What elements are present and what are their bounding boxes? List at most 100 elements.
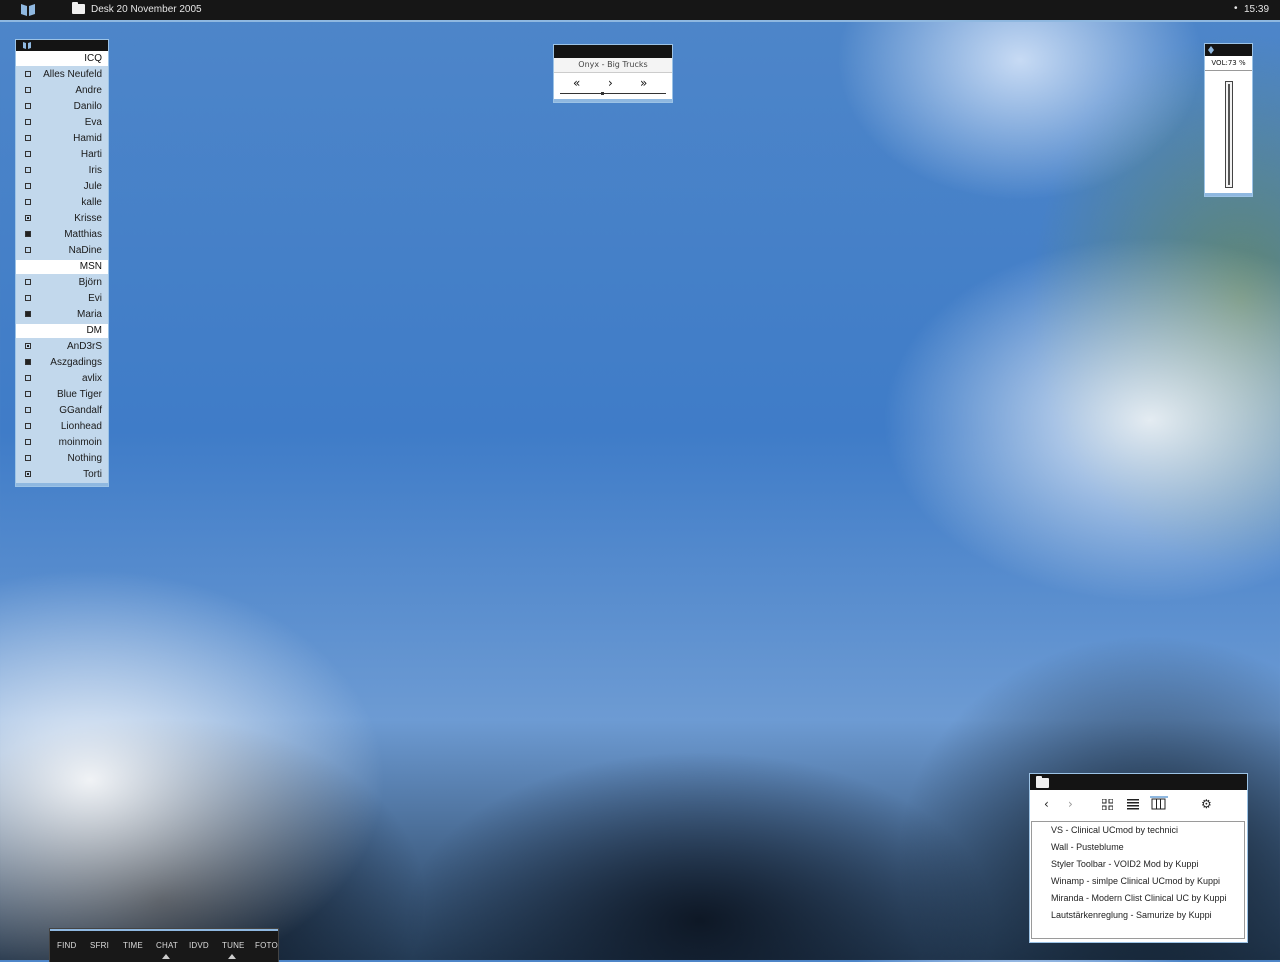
clock[interactable]: 15:39 xyxy=(1244,4,1269,15)
launcher-item-foto[interactable]: FOTO xyxy=(255,941,278,950)
contact-group-header[interactable]: DM xyxy=(16,324,108,338)
file-list-item[interactable]: VS - Clinical UCmod by technici xyxy=(1032,822,1244,839)
contact-row[interactable]: Evi xyxy=(16,291,108,307)
contact-status-icon xyxy=(25,119,31,125)
columns-view-icon[interactable] xyxy=(1150,796,1168,810)
contact-row[interactable]: Torti xyxy=(16,467,108,483)
player-controls: « › » xyxy=(554,73,672,99)
previous-track-button[interactable]: « xyxy=(573,77,580,89)
file-list-item[interactable]: Miranda - Modern Clist Clinical UC by Ku… xyxy=(1032,890,1244,907)
contact-group-header[interactable]: ICQ xyxy=(16,52,108,66)
contact-status-icon xyxy=(25,471,31,477)
contact-status-icon xyxy=(25,87,31,93)
icons-view-icon[interactable] xyxy=(1102,799,1113,810)
contact-status-icon xyxy=(25,71,31,77)
seek-knob[interactable] xyxy=(601,92,604,95)
contact-status-icon xyxy=(25,215,31,221)
volume-titlebar[interactable] xyxy=(1205,44,1252,56)
contact-name: Blue Tiger xyxy=(56,389,102,400)
play-button[interactable]: › xyxy=(608,77,613,89)
file-list-item[interactable]: Wall - Pusteblume xyxy=(1032,839,1244,856)
explorer-titlebar[interactable] xyxy=(1030,774,1247,790)
contact-name: avlix xyxy=(81,373,102,384)
contact-list-footer xyxy=(16,483,108,486)
contact-name: Jule xyxy=(83,181,102,192)
contact-name: Maria xyxy=(76,309,102,320)
top-taskbar: Desk 20 November 2005 • 15:39 xyxy=(0,0,1280,22)
contact-row[interactable]: Blue Tiger xyxy=(16,387,108,403)
contact-name: Evi xyxy=(88,293,102,304)
launcher-item-find[interactable]: FIND xyxy=(57,941,76,950)
contact-name: kalle xyxy=(81,197,102,208)
contact-name: Iris xyxy=(88,165,102,176)
contact-status-icon xyxy=(25,423,31,429)
contact-status-icon xyxy=(25,375,31,381)
contact-row[interactable]: Iris xyxy=(16,163,108,179)
track-title: Onyx - Big Trucks xyxy=(554,58,672,73)
contact-row[interactable]: Björn xyxy=(16,275,108,291)
file-list-item[interactable]: Styler Toolbar - VOID2 Mod by Kuppi xyxy=(1032,856,1244,873)
contact-row[interactable]: AnD3rS xyxy=(16,339,108,355)
launcher-item-time[interactable]: TIME xyxy=(123,941,143,950)
launcher-bar: FIND SFRI TIME CHAT IDVD TUNE FOTO xyxy=(50,929,278,962)
contact-row[interactable]: Danilo xyxy=(16,99,108,115)
contact-row[interactable]: Aszgadings xyxy=(16,355,108,371)
contact-row[interactable]: avlix xyxy=(16,371,108,387)
contact-row[interactable]: Matthias xyxy=(16,227,108,243)
contact-row[interactable]: Harti xyxy=(16,147,108,163)
volume-window: VOL:73 % xyxy=(1205,44,1252,196)
file-list-item[interactable]: Winamp - simlpe Clinical UCmod by Kuppi xyxy=(1032,873,1244,890)
launcher-item-chat[interactable]: CHAT xyxy=(156,941,178,950)
forward-button[interactable]: › xyxy=(1068,798,1073,810)
next-track-button[interactable]: » xyxy=(640,77,647,89)
desk-label[interactable]: Desk 20 November 2005 xyxy=(91,4,202,15)
launcher-item-idvd[interactable]: IDVD xyxy=(189,941,209,950)
launcher-item-tune[interactable]: TUNE xyxy=(222,941,245,950)
seek-bar[interactable] xyxy=(560,92,666,95)
player-footer xyxy=(554,99,672,102)
contact-row[interactable]: Maria xyxy=(16,307,108,323)
contact-row[interactable]: Alles Neufeld xyxy=(16,67,108,83)
contact-row[interactable]: moinmoin xyxy=(16,435,108,451)
explorer-file-list: VS - Clinical UCmod by technici Wall - Pu… xyxy=(1031,821,1245,939)
contact-row[interactable]: Nothing xyxy=(16,451,108,467)
contact-status-icon xyxy=(25,199,31,205)
contact-status-icon xyxy=(25,183,31,189)
back-button[interactable]: ‹ xyxy=(1044,798,1049,810)
speaker-icon xyxy=(1208,46,1214,54)
contact-status-icon xyxy=(25,343,31,349)
contact-status-icon xyxy=(25,247,31,253)
contact-row[interactable]: GGandalf xyxy=(16,403,108,419)
volume-footer xyxy=(1205,193,1252,196)
contact-name: moinmoin xyxy=(58,437,102,448)
contact-status-icon xyxy=(25,167,31,173)
contact-group-header[interactable]: MSN xyxy=(16,260,108,274)
contact-row[interactable]: Lionhead xyxy=(16,419,108,435)
list-view-icon[interactable] xyxy=(1127,799,1139,810)
launcher-item-sfri[interactable]: SFRI xyxy=(90,941,109,950)
contact-status-icon xyxy=(25,231,31,237)
contact-row[interactable]: NaDine xyxy=(16,243,108,259)
explorer-window: ‹ › ⚙ VS - Clinical UCmod by technici Wal… xyxy=(1030,774,1247,942)
contact-row[interactable]: Eva xyxy=(16,115,108,131)
file-list-item[interactable]: Lautstärkenreglung - Samurize by Kuppi xyxy=(1032,907,1244,924)
contact-status-icon xyxy=(25,391,31,397)
contact-row[interactable]: Krisse xyxy=(16,211,108,227)
settings-gear-icon[interactable]: ⚙ xyxy=(1201,798,1212,810)
contact-status-icon xyxy=(25,407,31,413)
contact-list-titlebar[interactable] xyxy=(16,40,108,51)
contact-row[interactable]: Jule xyxy=(16,179,108,195)
contact-status-icon xyxy=(25,439,31,445)
volume-slider-track[interactable] xyxy=(1228,84,1230,185)
contact-status-icon xyxy=(25,151,31,157)
contact-name: Hamid xyxy=(73,133,102,144)
volume-slider[interactable] xyxy=(1225,81,1233,188)
contact-row[interactable]: kalle xyxy=(16,195,108,211)
start-logo-icon[interactable] xyxy=(18,3,38,17)
contact-row[interactable]: Hamid xyxy=(16,131,108,147)
contact-row[interactable]: Andre xyxy=(16,83,108,99)
folder-icon[interactable] xyxy=(72,2,85,17)
contact-name: Matthias xyxy=(64,229,102,240)
contact-name: Alles Neufeld xyxy=(43,69,102,80)
player-titlebar[interactable] xyxy=(554,45,672,58)
